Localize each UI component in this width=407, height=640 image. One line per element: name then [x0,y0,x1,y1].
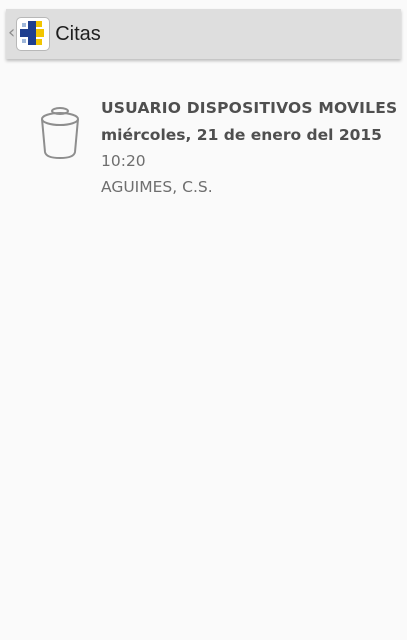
app-logo-icon [16,17,51,51]
up-navigation-button[interactable]: ‹ [6,9,51,59]
action-bar: ‹ Citas [6,9,401,59]
appointment-time: 10:20 [101,152,146,170]
page-title: Citas [55,22,101,45]
chevron-left-icon: ‹ [8,22,16,43]
appointment-date: miércoles, 21 de enero del 2015 [101,126,382,144]
appointment-item: USUARIO DISPOSITIVOS MOVILES miércoles, … [0,90,407,230]
app-screen: ‹ Citas USUARIO DISPOSITIVOS MOVILES mié… [0,0,407,640]
patient-name: USUARIO DISPOSITIVOS MOVILES [101,99,398,117]
delete-appointment-button[interactable] [38,102,82,162]
trash-icon [41,107,79,160]
appointment-details[interactable]: USUARIO DISPOSITIVOS MOVILES miércoles, … [101,98,401,198]
health-center: AGUIMES, C.S. [101,178,213,196]
